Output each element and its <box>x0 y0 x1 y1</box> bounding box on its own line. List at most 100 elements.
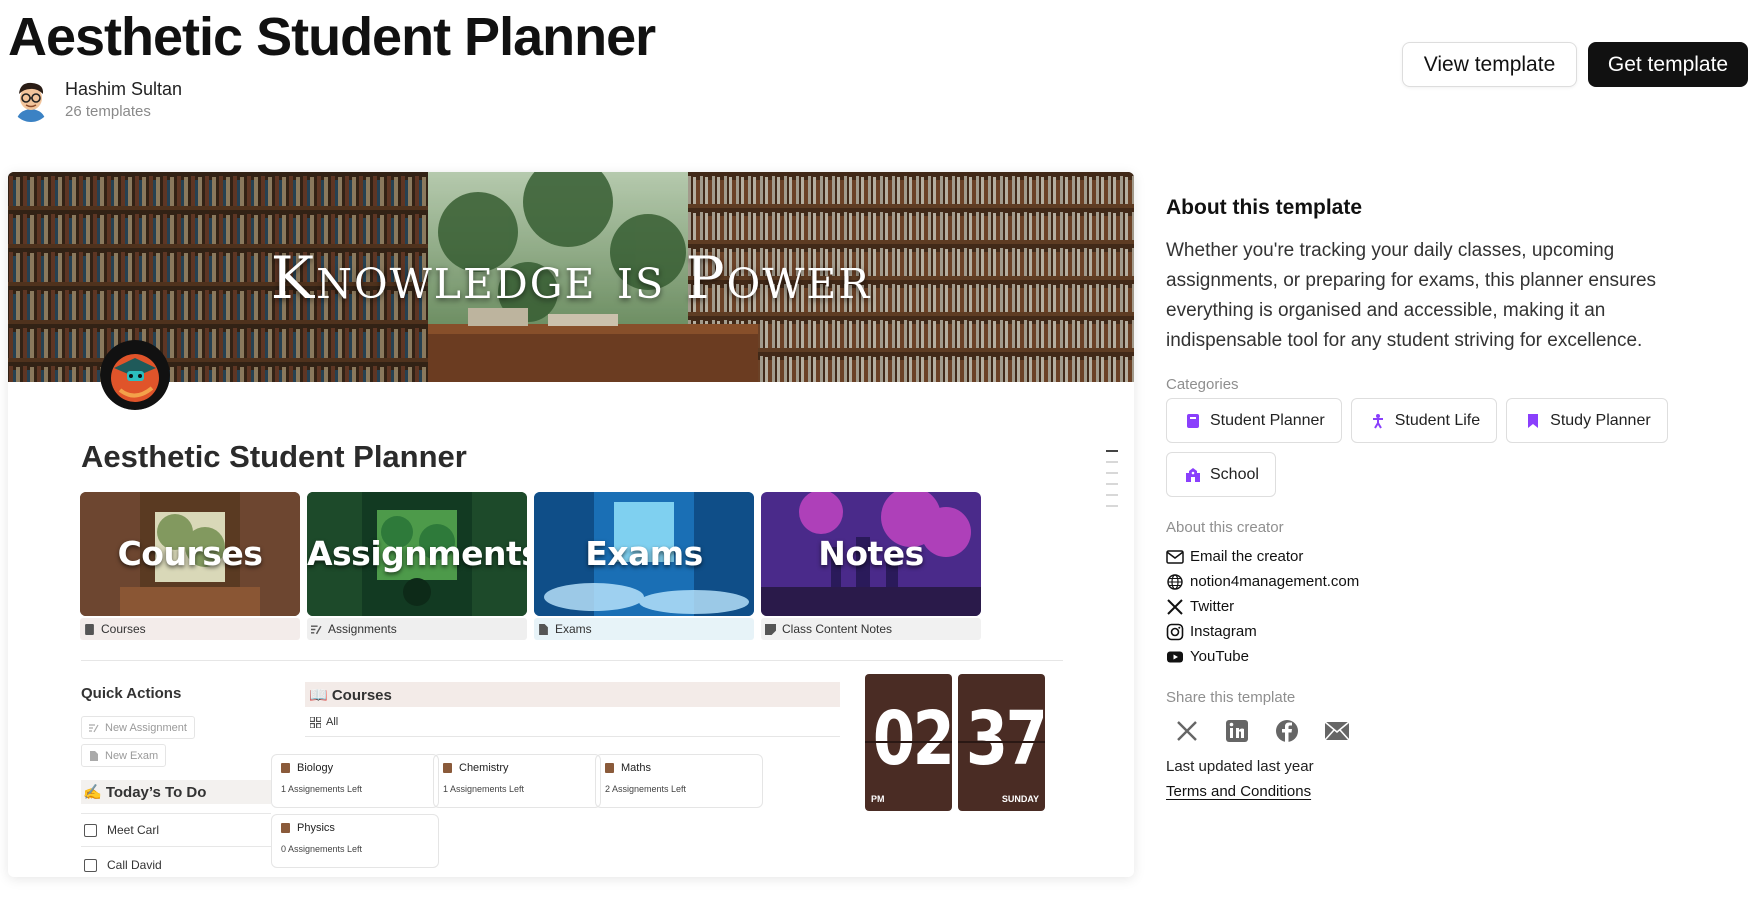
document-icon <box>539 623 548 635</box>
link-label: YouTube <box>1190 648 1249 665</box>
clock-day: SUNDAY <box>1001 794 1039 804</box>
view-template-button[interactable]: View template <box>1402 42 1577 87</box>
assignments-image: Assignments <box>307 492 527 616</box>
gallery-card-assignments[interactable]: Assignments Assignments <box>307 492 527 640</box>
person-icon <box>1372 413 1383 429</box>
clock-minutes-value: 37 <box>965 696 1045 782</box>
gallery-caption-label: Class Content Notes <box>782 622 893 636</box>
exams-image: Exams <box>534 492 754 616</box>
gallery-caption-label: Exams <box>555 622 592 636</box>
bookmark-icon <box>1528 413 1539 428</box>
divider <box>305 736 840 737</box>
notion-page-title: Aesthetic Student Planner <box>81 439 467 474</box>
gallery-word: Notes <box>818 534 924 573</box>
notebook-icon <box>1187 413 1199 428</box>
facebook-share-icon[interactable] <box>1274 718 1300 744</box>
courses-database-title[interactable]: 📖 Courses <box>305 682 840 707</box>
clock-ampm: PM <box>871 794 885 804</box>
x-icon <box>1167 598 1183 615</box>
divider <box>81 846 271 847</box>
link-label: notion4management.com <box>1190 573 1360 590</box>
clock-hours: 02 PM <box>865 674 952 811</box>
category-student-planner[interactable]: Student Planner <box>1166 398 1342 443</box>
pencil-lines-icon <box>311 624 322 634</box>
category-label: Student Planner <box>1210 411 1325 429</box>
link-label: Instagram <box>1190 623 1257 640</box>
assignments-left: 0 Assignements Left <box>281 844 363 854</box>
book-icon <box>605 763 614 773</box>
category-label: Study Planner <box>1550 411 1651 429</box>
categories-list: Student Planner Student Life Study Plann… <box>1166 398 1686 497</box>
mail-icon <box>1166 549 1184 564</box>
instagram-icon <box>1166 623 1184 640</box>
gallery-card-courses[interactable]: Courses Courses <box>80 492 300 640</box>
get-template-button[interactable]: Get template <box>1588 42 1748 87</box>
book-icon <box>85 623 94 635</box>
checkbox[interactable] <box>84 858 97 872</box>
courses-image: Courses <box>80 492 300 616</box>
youtube-link[interactable]: YouTube <box>1166 644 1726 669</box>
terms-link[interactable]: Terms and Conditions <box>1166 783 1726 800</box>
globe-icon <box>1167 573 1183 590</box>
course-card[interactable]: Maths 2 Assignements Left <box>595 754 763 808</box>
author-template-count: 26 templates <box>65 102 151 120</box>
gallery-word: Assignments <box>307 534 527 573</box>
category-student-life[interactable]: Student Life <box>1350 398 1498 443</box>
new-assignment-button[interactable]: New Assignment <box>81 716 195 739</box>
category-study-planner[interactable]: Study Planner <box>1506 398 1668 443</box>
new-exam-label: New Exam <box>105 749 159 762</box>
template-preview[interactable]: Knowledge is Power Aesthetic Student Pla… <box>8 172 1134 877</box>
website-link[interactable]: notion4management.com <box>1166 569 1726 594</box>
book-icon <box>281 763 290 773</box>
grid-icon <box>310 716 321 728</box>
gallery-card-exams[interactable]: Exams Exams <box>534 492 754 640</box>
course-name: Maths <box>621 762 651 774</box>
todo-heading: ✍️ Today’s To Do <box>81 780 271 804</box>
page-title: Aesthetic Student Planner <box>8 7 656 67</box>
sticky-note-icon <box>765 623 776 635</box>
twitter-link[interactable]: Twitter <box>1166 594 1726 619</box>
last-updated: Last updated last year <box>1166 758 1314 775</box>
course-card[interactable]: Physics 0 Assignements Left <box>271 814 439 868</box>
creator-label: About this creator <box>1166 519 1284 536</box>
gallery-caption[interactable]: Courses <box>80 618 300 640</box>
new-assignment-label: New Assignment <box>105 721 187 734</box>
book-icon <box>443 763 452 773</box>
about-description: Whether you're tracking your daily class… <box>1166 240 1657 351</box>
pencil-lines-icon <box>89 723 99 732</box>
course-card[interactable]: Chemistry 1 Assignements Left <box>433 754 601 808</box>
school-icon <box>1186 467 1200 482</box>
divider <box>81 813 271 814</box>
todo-item[interactable]: Meet Carl <box>84 823 159 837</box>
view-tab-all[interactable]: All <box>310 716 338 728</box>
about-heading: About this template <box>1166 196 1363 219</box>
link-label: Twitter <box>1190 598 1235 615</box>
category-school[interactable]: School <box>1166 452 1276 497</box>
author-name[interactable]: Hashim Sultan <box>65 79 182 100</box>
todo-item[interactable]: Call David <box>84 858 162 872</box>
author-block[interactable]: Hashim Sultan 26 templates <box>10 76 182 122</box>
clock-minutes: 37 SUNDAY <box>958 674 1045 811</box>
email-creator-link[interactable]: Email the creator <box>1166 544 1726 569</box>
share-label: Share this template <box>1166 689 1296 706</box>
gallery-caption-label: Assignments <box>328 622 397 636</box>
email-share-icon[interactable] <box>1324 718 1350 744</box>
gallery-caption[interactable]: Class Content Notes <box>761 618 981 640</box>
todo-label: Call David <box>107 858 162 872</box>
gallery-caption[interactable]: Assignments <box>307 618 527 640</box>
assignments-left: 1 Assignements Left <box>281 784 363 794</box>
instagram-link[interactable]: Instagram <box>1166 619 1726 644</box>
avatar[interactable] <box>10 76 52 122</box>
document-icon <box>90 750 98 761</box>
gallery-caption[interactable]: Exams <box>534 618 754 640</box>
table-of-contents-indicator[interactable] <box>1106 450 1118 516</box>
gallery-word: Courses <box>117 534 263 573</box>
linkedin-share-icon[interactable] <box>1224 718 1250 744</box>
course-card[interactable]: Biology 1 Assignements Left <box>271 754 439 808</box>
gallery-card-notes[interactable]: Notes Class Content Notes <box>761 492 981 640</box>
new-exam-button[interactable]: New Exam <box>81 744 167 767</box>
x-share-icon[interactable] <box>1174 718 1200 744</box>
checkbox[interactable] <box>84 823 97 837</box>
book-icon <box>281 823 290 833</box>
quick-actions-heading: Quick Actions <box>81 685 182 702</box>
